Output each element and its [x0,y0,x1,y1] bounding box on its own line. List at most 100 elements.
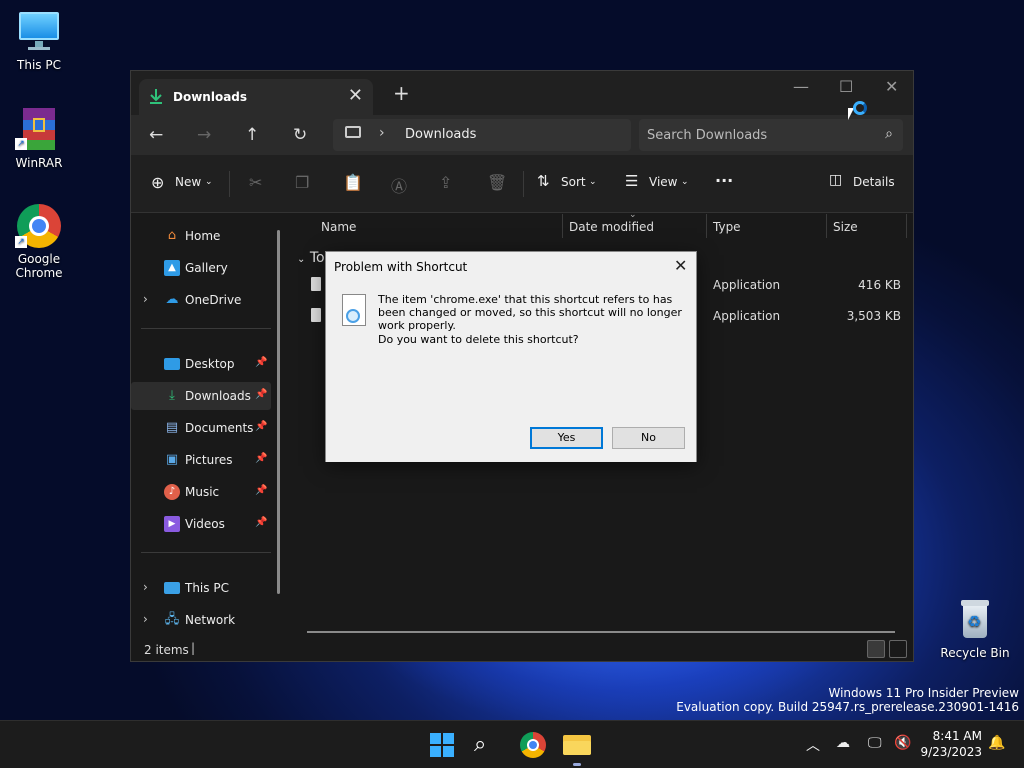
refresh-icon[interactable]: ↻ [293,125,307,145]
chevron-down-icon: ⌄ [297,254,306,265]
sidebar-item-label: Desktop [185,357,235,371]
watermark-line: Evaluation copy. Build 25947.rs_prerelea… [676,700,1019,714]
sidebar-item-label: OneDrive [185,293,242,307]
column-header-name[interactable]: Name [321,220,356,234]
sidebar-item-this-pc[interactable]: › This PC [131,574,271,602]
sidebar-item-onedrive[interactable]: › ☁ OneDrive [131,286,271,314]
sidebar-item-desktop[interactable]: Desktop 📌 [131,350,271,378]
details-view-icon[interactable] [867,640,885,658]
home-icon: ⌂ [167,228,177,243]
sidebar-item-label: Home [185,229,221,243]
up-arrow-icon[interactable]: ↑ [245,125,259,145]
desktop-icon-label: This PC [17,58,61,72]
breadcrumb-downloads[interactable]: Downloads [405,127,476,142]
sidebar-item-gallery[interactable]: ▲ Gallery [131,254,271,282]
network-status-icon[interactable]: 🖵 [868,735,882,751]
copy-icon[interactable]: ❐ [295,173,309,192]
column-header-size[interactable]: Size [833,220,858,234]
sidebar-item-videos[interactable]: ▶ Videos 📌 [131,510,271,538]
sidebar-item-downloads[interactable]: ⤓ Downloads 📌 [131,382,271,410]
download-arrow-icon: ⤓ [169,388,175,403]
chevron-right-icon[interactable]: › [143,580,148,594]
maximize-icon[interactable]: ☐ [839,77,853,96]
yes-button[interactable]: Yes [530,427,603,449]
new-tab-button[interactable]: + [393,81,410,105]
search-input[interactable] [647,124,867,146]
sort-button[interactable]: Sort [561,175,586,189]
speaker-muted-icon[interactable]: 🔇 [894,735,911,751]
desktop-icon-this-pc[interactable]: This PC [3,10,75,72]
chrome-taskbar-icon[interactable] [519,731,547,759]
gallery-icon: ▲ [164,260,180,276]
computer-icon [345,126,361,138]
start-windows-icon[interactable] [428,731,456,759]
pin-icon[interactable]: 📌 [255,517,267,528]
sidebar-item-music[interactable]: ♪ Music 📌 [131,478,271,506]
column-divider[interactable] [706,214,707,238]
no-button[interactable]: No [612,427,685,449]
back-arrow-icon[interactable]: ← [149,125,163,145]
sidebar-scrollbar[interactable] [277,230,280,594]
chevron-down-icon: ⌄ [205,177,213,187]
close-dialog-icon[interactable]: ✕ [674,256,687,275]
rename-icon[interactable]: Ⓐ [391,173,407,197]
notification-bell-icon[interactable]: 🔔 [988,735,1005,751]
search-icon[interactable]: ⌕ [474,731,502,759]
file-explorer-taskbar-icon[interactable] [563,731,591,766]
view-icon: ☰ [625,172,639,190]
file-icon [311,277,321,291]
column-divider[interactable] [562,214,563,238]
desktop-icon-recycle-bin[interactable]: ♻ Recycle Bin [939,598,1011,660]
address-bar[interactable]: › Downloads [333,119,631,151]
sidebar-item-documents[interactable]: ▤ Documents 📌 [131,414,271,442]
pin-icon[interactable]: 📌 [255,453,267,464]
evaluation-watermark: Windows 11 Pro Insider Preview Evaluatio… [676,686,1019,714]
busy-spinner-icon [853,101,867,115]
minimize-icon[interactable]: — [793,77,809,96]
delete-icon[interactable]: 🗑 [487,173,507,192]
paste-icon[interactable]: 📋 [343,173,363,192]
desktop-icon-label: WinRAR [15,156,63,170]
sidebar-item-label: Network [185,613,236,627]
pin-icon[interactable]: 📌 [255,485,267,496]
horizontal-scrollbar[interactable] [307,631,895,633]
cut-icon[interactable]: ✂ [249,173,262,192]
pin-icon[interactable]: 📌 [255,357,267,368]
close-tab-icon[interactable]: ✕ [348,85,363,106]
sidebar-item-home[interactable]: ⌂ Home [131,222,271,250]
forward-arrow-icon[interactable]: → [197,125,211,145]
chevron-up-icon[interactable]: ︿ [806,735,820,755]
chevron-right-icon[interactable]: › [143,612,148,626]
group-header[interactable]: ⌄ To [297,250,325,266]
onedrive-cloud-icon[interactable]: ☁ [836,735,850,751]
winrar-icon: ↗ [15,108,61,152]
column-header-type[interactable]: Type [713,220,741,234]
chevron-right-icon[interactable]: › [379,125,385,141]
share-icon[interactable]: ⇪ [439,173,452,192]
pin-icon[interactable]: 📌 [255,389,267,400]
details-pane-icon: ◫ [829,172,843,188]
title-bar: Downloads ✕ + — ☐ ✕ [131,71,913,115]
group-label: To [309,250,325,266]
sidebar-item-label: Gallery [185,261,228,275]
sidebar-item-label: Downloads [185,389,251,403]
close-window-icon[interactable]: ✕ [885,77,898,96]
column-header-date-modified[interactable]: Date modified [569,220,654,234]
more-options-icon[interactable]: ··· [715,171,733,190]
tab-downloads[interactable]: Downloads ✕ [139,79,373,115]
search-icon[interactable]: ⌕ [885,126,893,142]
pin-icon[interactable]: 📌 [255,421,267,432]
new-button[interactable]: New [175,175,201,189]
column-divider[interactable] [826,214,827,238]
desktop-icon-google-chrome[interactable]: ↗ Google Chrome [3,204,75,280]
view-button[interactable]: View [649,175,677,189]
tiles-view-icon[interactable] [889,640,907,658]
desktop-icon-winrar[interactable]: ↗ WinRAR [3,108,75,170]
chevron-right-icon[interactable]: › [143,292,148,306]
search-box[interactable]: ⌕ [639,119,903,151]
sidebar-item-pictures[interactable]: ▣ Pictures 📌 [131,446,271,474]
system-clock[interactable]: 8:41 AM 9/23/2023 [920,728,982,760]
column-divider[interactable] [906,214,907,238]
details-button[interactable]: Details [853,175,895,189]
sidebar-item-network[interactable]: › 🖧 Network [131,606,271,634]
